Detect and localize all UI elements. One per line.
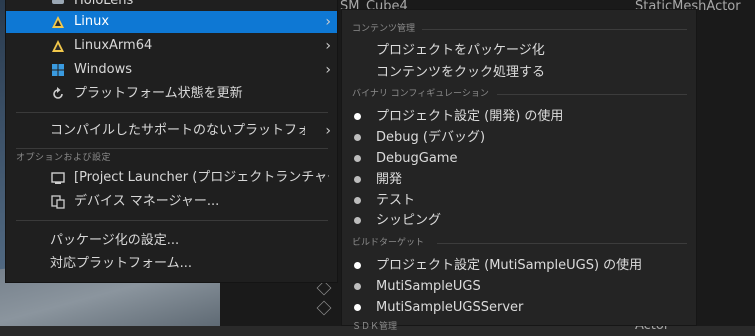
menu-item-label: プロジェクト設定 (MutiSampleUGS) の使用 (376, 258, 643, 273)
device-icon (51, 195, 65, 209)
menu-divider (16, 112, 328, 113)
radio-icon (354, 197, 361, 204)
supported-platforms-item[interactable]: 対応プラットフォーム... (6, 253, 337, 275)
hololens-icon (51, 0, 65, 8)
menu-item-label: プラットフォーム状態を更新 (74, 86, 243, 101)
cook-content-item[interactable]: コンテンツをクック処理する (342, 62, 696, 83)
radio-icon (354, 176, 361, 183)
section-title: ビルドターゲット (352, 238, 425, 248)
menu-item-label: [Project Launcher (プロジェクトランチャー)]... (74, 170, 329, 185)
refresh-platform-status-item[interactable]: プラットフォーム状態を更新 (6, 83, 337, 105)
static-mesh-icon (316, 300, 332, 316)
packaging-settings-item[interactable]: パッケージ化の設定... (6, 230, 337, 252)
platform-item-linuxarm64[interactable]: LinuxArm64 › (6, 35, 337, 57)
device-manager-item[interactable]: デバイス マネージャー... (6, 191, 337, 213)
menu-item-label: MutiSampleUGSServer (376, 300, 524, 315)
menu-item-label: テスト (376, 193, 416, 208)
menu-divider (16, 148, 328, 149)
launcher-icon (51, 171, 65, 185)
menu-item-label: Debug (デバッグ) (376, 130, 486, 145)
build-target-option[interactable]: MutiSampleUGS (342, 276, 696, 297)
binary-config-option[interactable]: 開発 (342, 169, 696, 190)
binary-config-option[interactable]: DebugGame (342, 148, 696, 169)
chevron-right-icon: › (325, 123, 331, 139)
chevron-right-icon: › (325, 14, 331, 30)
radio-selected-icon (354, 113, 361, 120)
linux-icon (51, 15, 65, 29)
binary-config-option[interactable]: プロジェクト設定 (開発) の使用 (342, 106, 696, 127)
section-header-options: オプションおよび設定 (16, 153, 112, 163)
menu-item-label: 対応プラットフォーム... (50, 256, 193, 271)
unsupported-platforms-item[interactable]: コンパイルしたサポートのないプラットフォーム › (6, 120, 337, 142)
menu-item-label: コンテンツをクック処理する (376, 65, 546, 80)
binary-config-option[interactable]: シッピング (342, 210, 696, 231)
section-title: コンテンツ管理 (352, 24, 416, 34)
package-project-item[interactable]: プロジェクトをパッケージ化 (342, 40, 696, 61)
section-header-sdk: ＳＤＫ管理 (352, 321, 687, 333)
radio-icon (354, 134, 361, 141)
linux-submenu: コンテンツ管理 プロジェクトをパッケージ化 コンテンツをクック処理する バイナリ… (341, 9, 697, 332)
section-title: ＳＤＫ管理 (352, 322, 398, 332)
section-header-content: コンテンツ管理 (352, 23, 687, 35)
section-divider (497, 94, 687, 95)
project-launcher-item[interactable]: [Project Launcher (プロジェクトランチャー)]... (6, 167, 337, 189)
windows-icon (51, 63, 65, 77)
menu-item-label: デバイス マネージャー... (74, 194, 220, 209)
platform-label: Windows (74, 62, 133, 77)
platform-label: Linux (74, 14, 110, 29)
radio-icon (354, 304, 361, 311)
menu-item-label: パッケージ化の設定... (50, 233, 180, 248)
section-title: バイナリ コンフィギュレーション (352, 89, 489, 99)
build-target-option[interactable]: プロジェクト設定 (MutiSampleUGS) の使用 (342, 255, 696, 276)
menu-item-label: コンパイルしたサポートのないプラットフォーム (50, 123, 305, 138)
menu-item-label: MutiSampleUGS (376, 279, 481, 294)
refresh-icon (51, 87, 65, 101)
menu-divider (16, 220, 328, 221)
binary-config-option[interactable]: テスト (342, 190, 696, 211)
menu-item-label: 開発 (376, 172, 403, 187)
radio-icon (354, 217, 361, 224)
binary-config-option[interactable]: Debug (デバッグ) (342, 127, 696, 148)
menu-item-label: プロジェクトをパッケージ化 (376, 43, 545, 58)
radio-icon (354, 283, 361, 290)
chevron-right-icon: › (325, 38, 331, 54)
platforms-menu: HoloLens Linux › LinuxArm64 › Windows › … (5, 0, 338, 283)
section-header-build-target: ビルドターゲット (352, 237, 687, 249)
platform-item-linux[interactable]: Linux › (6, 11, 337, 33)
build-target-option[interactable]: MutiSampleUGSServer (342, 297, 696, 318)
radio-selected-icon (354, 262, 361, 269)
platform-label: LinuxArm64 (74, 38, 153, 53)
linux-icon (51, 39, 65, 53)
menu-item-label: プロジェクト設定 (開発) の使用 (376, 109, 564, 124)
chevron-right-icon: › (325, 62, 331, 78)
menu-item-label: シッピング (376, 213, 442, 228)
section-divider (437, 243, 687, 244)
section-header-binary: バイナリ コンフィギュレーション (352, 88, 687, 100)
radio-icon (354, 155, 361, 162)
menu-item-label: DebugGame (376, 151, 458, 166)
platform-item-windows[interactable]: Windows › (6, 59, 337, 81)
section-divider (422, 29, 687, 30)
